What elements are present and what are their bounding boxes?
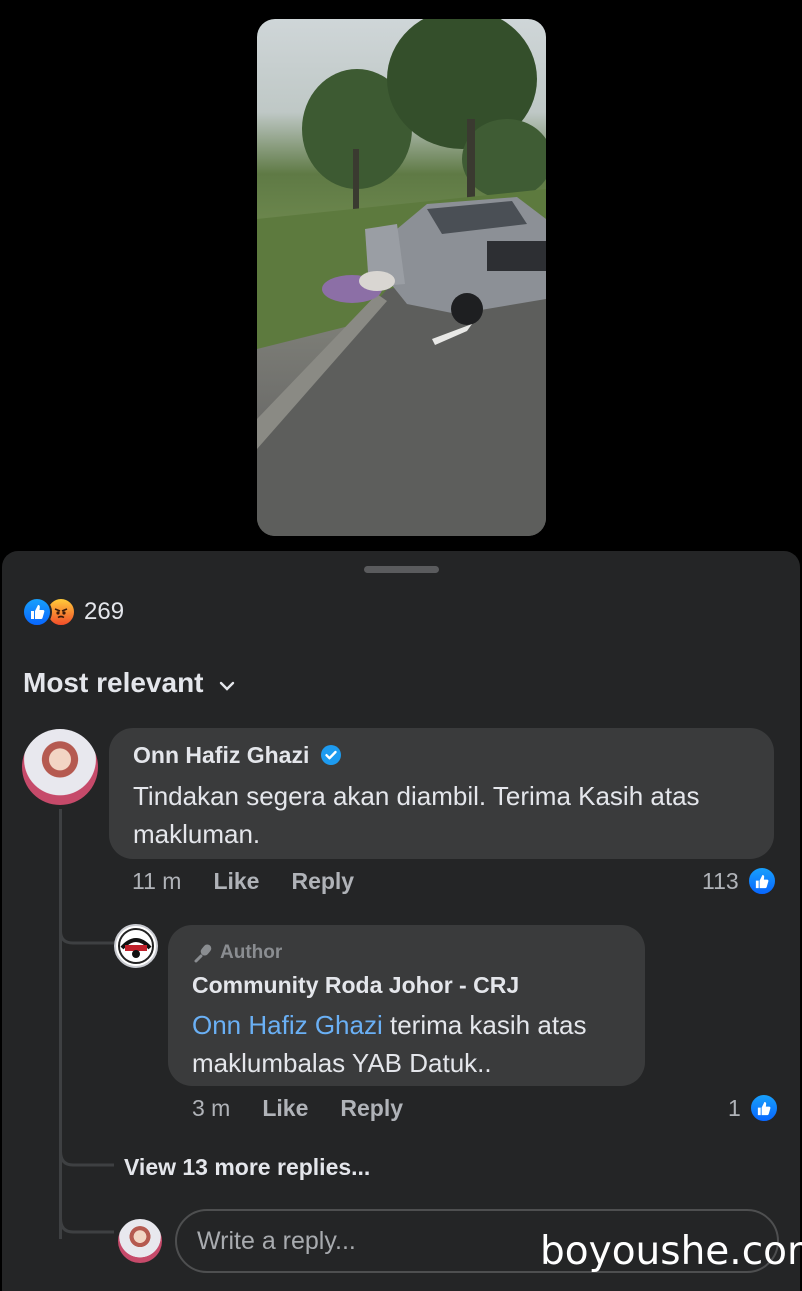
reply-text: Onn Hafiz Ghazi terima kasih atas maklum… (192, 1006, 632, 1082)
thread-branch (59, 1141, 114, 1167)
chevron-down-icon (218, 667, 236, 699)
comment-like-count[interactable]: 113 (702, 866, 777, 896)
video-scene-illustration (257, 19, 546, 536)
author-badge: Author (192, 942, 282, 964)
avatar (118, 1219, 162, 1263)
like-button[interactable]: Like (213, 868, 259, 895)
comment-actions: 11 m Like Reply (132, 868, 354, 895)
thread-branch (59, 1206, 114, 1234)
sort-dropdown[interactable]: Most relevant (23, 667, 236, 699)
reply-time: 3 m (192, 1095, 231, 1121)
reaction-count: 269 (84, 598, 125, 625)
reply-button[interactable]: Reply (291, 868, 354, 895)
verified-badge-icon (320, 745, 341, 765)
comment-time: 11 m (132, 868, 182, 894)
reactions-summary[interactable]: 269 (22, 595, 124, 629)
comment-text: Tindakan segera akan diambil. Terima Kas… (133, 781, 700, 849)
author-badge-label: Author (220, 942, 283, 963)
like-button[interactable]: Like (262, 1095, 308, 1122)
reply-author[interactable]: Community Roda Johor - CRJ (192, 972, 519, 999)
like-count-value: 1 (728, 1094, 741, 1121)
comment-author[interactable]: Onn Hafiz Ghazi (133, 742, 309, 768)
comment-author-row: Onn Hafiz Ghazi (133, 742, 342, 769)
like-icon (748, 1093, 779, 1123)
sheet-drag-handle[interactable] (364, 566, 439, 573)
avatar[interactable] (22, 729, 98, 805)
view-more-replies-link[interactable]: View 13 more replies... (124, 1154, 370, 1181)
like-count-value: 113 (702, 867, 739, 894)
like-icon (22, 597, 52, 627)
comments-sheet: 269 Most relevant Onn Hafiz Ghazi Tindak… (2, 551, 800, 1291)
reply-like-count[interactable]: 1 (728, 1093, 779, 1123)
sort-label: Most relevant (23, 667, 204, 698)
reply-button[interactable]: Reply (340, 1095, 403, 1122)
mention-link[interactable]: Onn Hafiz Ghazi (192, 1010, 383, 1040)
crj-logo (118, 928, 154, 964)
watermark: boyoushe.com (540, 1229, 802, 1274)
reply-actions: 3 m Like Reply (192, 1095, 403, 1122)
thread-branch (59, 911, 114, 945)
like-icon (746, 866, 777, 896)
reply-bubble[interactable]: Author Community Roda Johor - CRJ Onn Ha… (168, 925, 645, 1086)
page-avatar[interactable] (114, 924, 158, 968)
microphone-icon (194, 944, 212, 963)
video-thumbnail[interactable] (257, 19, 546, 536)
comment-bubble[interactable]: Onn Hafiz Ghazi Tindakan segera akan dia… (109, 728, 774, 859)
